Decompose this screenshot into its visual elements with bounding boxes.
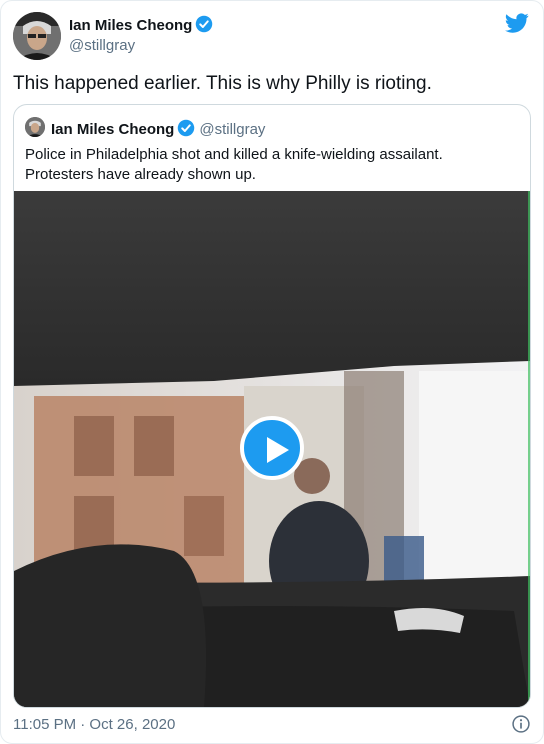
author-name-text[interactable]: Ian Miles Cheong: [69, 17, 192, 34]
author-name[interactable]: Ian Miles Cheong: [69, 15, 213, 34]
verified-badge-icon: [178, 119, 195, 137]
avatar[interactable]: [13, 12, 61, 60]
author-handle[interactable]: @stillgray: [69, 37, 135, 54]
tweet-text: This happened earlier. This is why Phill…: [13, 73, 432, 94]
quoted-tweet[interactable]: Ian Miles Cheong @stillgray Police in Phi…: [13, 104, 531, 708]
quoted-tweet-text: Police in Philadelphia shot and killed a…: [25, 146, 443, 183]
play-icon[interactable]: [240, 416, 304, 480]
quoted-author-name[interactable]: Ian Miles Cheong @stillgray: [51, 119, 265, 138]
quoted-avatar[interactable]: [25, 117, 45, 137]
video-player[interactable]: [14, 191, 530, 707]
timestamp[interactable]: 11:05 PM · Oct 26, 2020: [13, 716, 175, 733]
quoted-author-handle[interactable]: @stillgray: [199, 121, 265, 138]
info-icon[interactable]: [511, 714, 531, 734]
tweet-card: Ian Miles Cheong @stillgray This happene…: [0, 0, 544, 744]
quoted-author-name-text[interactable]: Ian Miles Cheong: [51, 121, 174, 138]
twitter-bird-icon[interactable]: [505, 11, 529, 35]
verified-badge-icon: [196, 15, 213, 33]
